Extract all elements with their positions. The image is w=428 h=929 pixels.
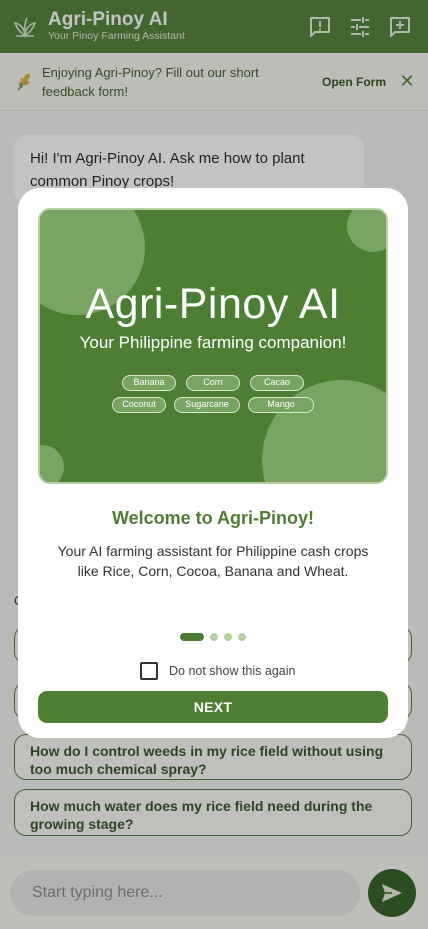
crop-chips-row: Coconut Sugarcane Mango	[40, 397, 386, 413]
dont-show-label: Do not show this again	[169, 664, 296, 678]
crop-chips-row: Banana Corn Cacao	[40, 375, 386, 391]
hero-banner: Agri-Pinoy AI Your Philippine farming co…	[38, 208, 388, 484]
hero-title: Agri-Pinoy AI	[85, 280, 341, 328]
crop-chip: Banana	[122, 375, 176, 391]
next-button[interactable]: NEXT	[38, 691, 388, 723]
pagination-dot[interactable]	[210, 633, 218, 641]
pagination-dot[interactable]	[238, 633, 246, 641]
hero-subtitle: Your Philippine farming companion!	[79, 333, 347, 352]
pagination-dot[interactable]	[180, 633, 204, 641]
dont-show-checkbox[interactable]	[140, 662, 158, 680]
crop-chip: Cacao	[250, 375, 304, 391]
crop-chip: Sugarcane	[174, 397, 240, 413]
crop-chip: Corn	[186, 375, 240, 391]
pagination-dots	[18, 633, 408, 641]
crop-chip: Mango	[248, 397, 314, 413]
welcome-heading: Welcome to Agri-Pinoy!	[111, 508, 315, 528]
crop-chip: Coconut	[112, 397, 166, 413]
decor-circle	[40, 445, 64, 482]
dont-show-again[interactable]: Do not show this again	[140, 662, 295, 680]
onboarding-modal: Agri-Pinoy AI Your Philippine farming co…	[18, 188, 408, 738]
decor-circle	[347, 210, 386, 252]
pagination-dot[interactable]	[224, 633, 232, 641]
decor-circle	[262, 380, 386, 482]
welcome-description: Your AI farming assistant for Philippine…	[57, 543, 369, 579]
